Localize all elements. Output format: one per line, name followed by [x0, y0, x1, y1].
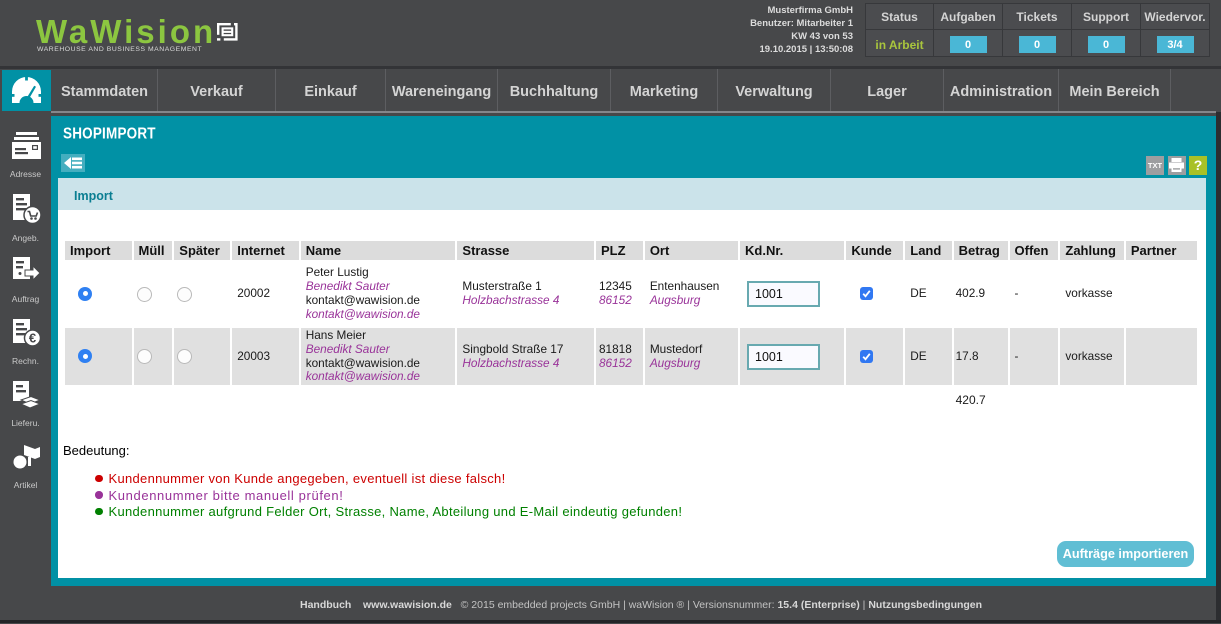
svg-text:€: €	[28, 331, 35, 346]
